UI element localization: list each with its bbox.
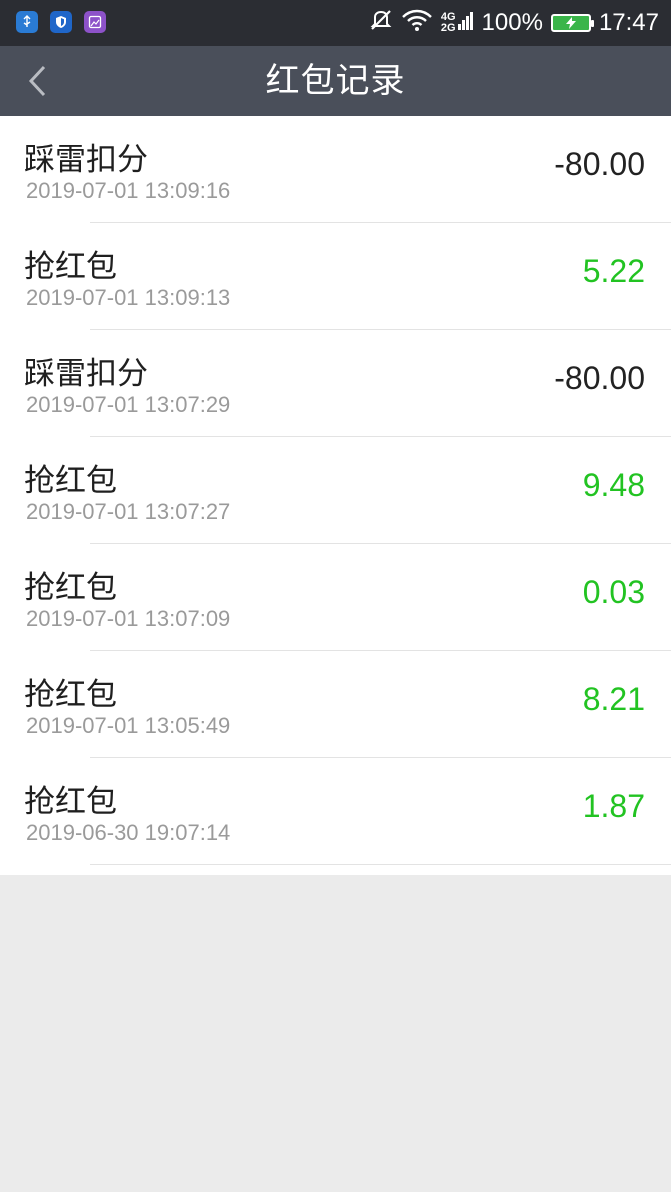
shield-icon <box>50 11 72 33</box>
record-title: 抢红包 <box>24 463 117 499</box>
list-item[interactable]: 抢红包 2019-06-30 19:07:14 1.87 <box>0 758 671 865</box>
list-item[interactable]: 抢红包 2019-07-01 13:07:27 9.48 <box>0 437 671 544</box>
record-amount: -80.00 <box>554 146 645 182</box>
status-bar: 4G 2G 100% 17:47 <box>0 0 671 46</box>
record-amount: 9.48 <box>582 467 645 503</box>
record-title: 抢红包 <box>24 784 117 820</box>
nav-bar: 红包记录 <box>0 46 671 116</box>
list-item[interactable]: 踩雷扣分 2019-07-01 13:07:29 -80.00 <box>0 330 671 437</box>
record-amount: 1.87 <box>582 788 645 824</box>
record-time: 2019-07-01 13:07:09 <box>26 606 231 631</box>
record-amount: -80.00 <box>554 360 645 396</box>
system-status: 4G 2G 100% 17:47 <box>369 0 659 46</box>
page-title: 红包记录 <box>265 61 406 101</box>
notification-icons <box>16 11 106 33</box>
record-amount: 8.21 <box>582 681 645 717</box>
record-time: 2019-07-01 13:09:13 <box>26 285 231 310</box>
signal-icon <box>457 8 474 39</box>
record-time: 2019-07-01 13:07:27 <box>26 499 231 524</box>
record-list: 踩雷扣分 2019-07-01 13:09:16 -80.00 抢红包 2019-07-… <box>0 116 671 875</box>
record-title: 抢红包 <box>24 570 117 606</box>
usb-icon <box>16 11 38 33</box>
record-title: 踩雷扣分 <box>24 356 148 392</box>
mute-icon <box>369 8 393 39</box>
back-button[interactable] <box>14 58 60 104</box>
record-time: 2019-07-01 13:05:49 <box>26 713 231 738</box>
network-type: 4G 2G <box>441 12 456 34</box>
record-time: 2019-07-01 13:09:16 <box>26 178 231 203</box>
clock: 17:47 <box>598 9 659 36</box>
record-amount: 0.03 <box>582 574 645 610</box>
record-amount: 5.22 <box>582 253 645 289</box>
battery-percent: 100% <box>481 9 543 36</box>
chevron-left-icon <box>28 65 46 97</box>
record-title: 抢红包 <box>24 249 117 285</box>
record-title: 抢红包 <box>24 677 117 713</box>
record-title: 踩雷扣分 <box>24 142 148 178</box>
battery-icon <box>550 14 594 32</box>
network-2g-label: 2G <box>440 22 456 34</box>
list-item[interactable]: 抢红包 2019-07-01 13:05:49 8.21 <box>0 651 671 758</box>
record-time: 2019-07-01 13:07:29 <box>26 392 231 417</box>
list-item[interactable]: 抢红包 2019-07-01 13:09:13 5.22 <box>0 223 671 330</box>
gallery-icon <box>84 11 106 33</box>
list-item[interactable]: 踩雷扣分 2019-07-01 13:09:16 -80.00 <box>0 116 671 223</box>
list-item[interactable]: 抢红包 2019-07-01 13:07:09 0.03 <box>0 544 671 651</box>
wifi-icon <box>401 8 433 39</box>
record-time: 2019-06-30 19:07:14 <box>26 820 231 845</box>
